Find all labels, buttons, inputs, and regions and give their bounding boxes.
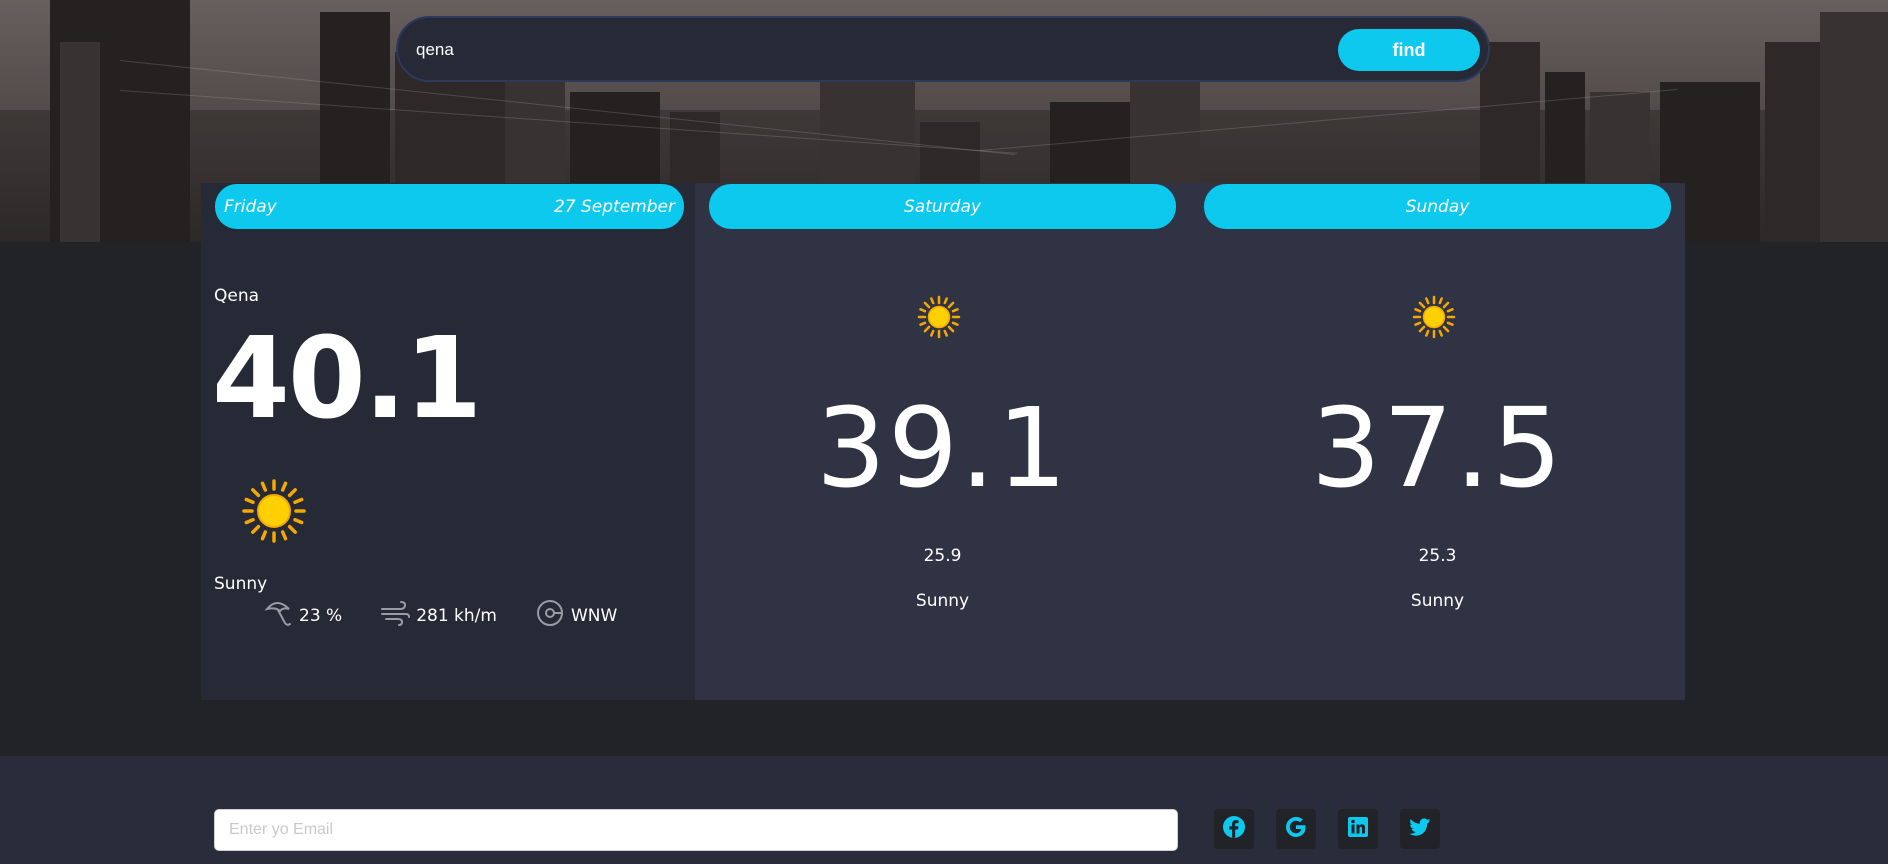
wind-speed-stat: 281 kh/m [380, 600, 497, 631]
facebook-link[interactable] [1214, 809, 1254, 849]
forecast-card-day-3: Sunday 37.5 25.3 Sunny [1190, 183, 1685, 700]
wind-direction-value: WNW [570, 605, 618, 626]
wind-speed-value: 281 kh/m [416, 605, 497, 626]
sun-icon [917, 295, 961, 343]
forecast-day-label: Sunday [1405, 196, 1470, 217]
forecast-card-header: Saturday [709, 184, 1176, 229]
compass-icon [535, 598, 571, 633]
forecast-card-day-2: Saturday 39.1 25.9 Sunny [695, 183, 1190, 700]
city-name: Qena [214, 286, 260, 306]
humidity-value: 23 % [299, 605, 343, 626]
google-icon [1284, 815, 1308, 843]
forecast-condition: Sunny [1410, 591, 1465, 611]
twitter-link[interactable] [1400, 809, 1440, 849]
today-condition: Sunny [214, 574, 268, 594]
forecast-condition: Sunny [915, 591, 970, 611]
forecast-day-label: Saturday [904, 196, 981, 217]
today-stats: 23 % 281 kh/m WNW [263, 598, 655, 633]
sun-icon [1412, 295, 1456, 343]
twitter-icon [1408, 815, 1432, 843]
today-date-label: 27 September [553, 196, 675, 217]
forecast-min-temperature: 25.9 [923, 546, 962, 566]
email-field[interactable] [214, 809, 1178, 851]
facebook-icon [1222, 815, 1246, 843]
today-card-header: Friday 27 September [215, 184, 684, 229]
forecast-cards: Friday 27 September Qena 40.1 Sunny 23 %… [201, 183, 1686, 700]
search-bar: find [396, 16, 1490, 82]
forecast-max-temperature: 39.1 [816, 384, 1069, 512]
current-temperature: 40.1 [212, 314, 482, 444]
linkedin-link[interactable] [1338, 809, 1378, 849]
wind-direction-stat: WNW [535, 598, 617, 633]
forecast-max-temperature: 37.5 [1311, 384, 1564, 512]
wind-icon [380, 600, 416, 631]
google-link[interactable] [1276, 809, 1316, 849]
humidity-stat: 23 % [263, 599, 342, 632]
footer [0, 756, 1888, 864]
forecast-card-header: Sunday [1204, 184, 1671, 229]
find-button[interactable]: find [1338, 29, 1480, 71]
today-day-label: Friday [224, 196, 277, 217]
umbrella-icon [263, 599, 299, 632]
linkedin-icon [1346, 815, 1370, 843]
search-input[interactable] [416, 32, 1316, 68]
sun-icon [241, 478, 307, 548]
forecast-min-temperature: 25.3 [1418, 546, 1457, 566]
today-card: Friday 27 September Qena 40.1 Sunny 23 %… [201, 183, 695, 700]
